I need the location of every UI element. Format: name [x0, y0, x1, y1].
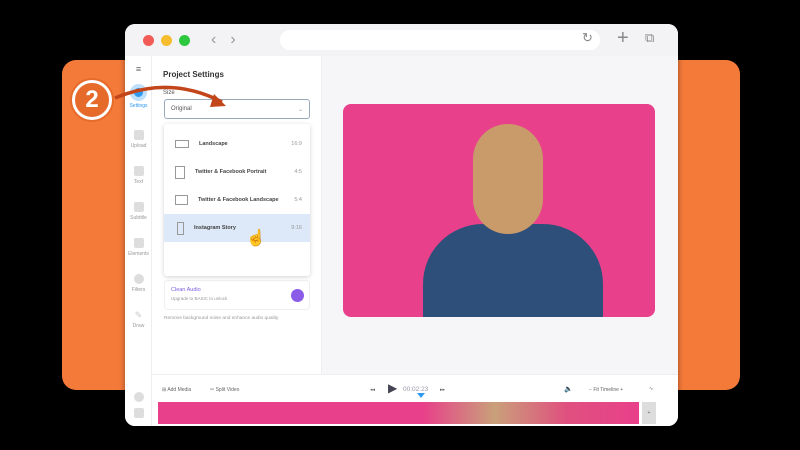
add-media-label: Add Media [167, 387, 192, 393]
hand-cursor-icon: ☝ [246, 230, 266, 247]
option-label: Instagram Story [194, 225, 236, 231]
sidebar-item-label: Draw [132, 323, 145, 329]
split-video-button[interactable]: ✂ Split Video [210, 387, 239, 393]
preview-figure [423, 224, 603, 317]
back-icon[interactable]: ‹ [211, 31, 216, 49]
sidebar-item-filters[interactable]: Filters [125, 274, 152, 293]
option-instagram-story[interactable]: Instagram Story 9:16 [164, 214, 310, 242]
keyboard-icon[interactable] [125, 408, 152, 421]
option-portrait[interactable]: Twitter & Facebook Portrait 4:5 [164, 158, 310, 186]
option-label: Twitter & Facebook Landscape [198, 197, 279, 203]
chevron-down-icon: ⌄ [297, 107, 303, 113]
help-icon[interactable] [125, 392, 152, 405]
step-badge: 2 [72, 80, 112, 120]
fit-timeline-control[interactable]: − Fit Timeline + [589, 387, 623, 393]
sidebar-item-subtitle[interactable]: Subtitle [125, 202, 152, 221]
elements-icon [133, 238, 144, 248]
add-media-button[interactable]: ⊞ Add Media [162, 387, 191, 393]
minimize-button[interactable] [161, 34, 172, 46]
clean-audio-subtitle: Upgrade to BASIC to unlock [171, 296, 228, 301]
sidebar-item-label: Subtitle [130, 215, 147, 221]
preview-figure-head [473, 124, 543, 234]
story-icon [177, 221, 184, 235]
video-track[interactable] [158, 402, 639, 424]
sidebar-item-upload[interactable]: Upload [125, 130, 152, 149]
clean-audio-description: Remove background noise and enhance audi… [164, 316, 279, 321]
menu-icon[interactable]: ≡ [125, 64, 152, 74]
option-label: Landscape [199, 141, 228, 147]
waveform-icon[interactable]: ∿ [649, 386, 653, 392]
rewind-icon[interactable]: ◂◂ [370, 387, 375, 393]
option-landscape[interactable]: Landscape 16:9 [164, 130, 310, 158]
option-ratio: 16:9 [291, 141, 302, 147]
address-bar[interactable] [280, 30, 600, 50]
filters-icon [133, 274, 144, 284]
sidebar-item-draw[interactable]: ✎ Draw [125, 310, 152, 329]
forward-skip-icon[interactable]: ▸▸ [440, 387, 445, 393]
sidebar-item-label: Text [133, 179, 144, 185]
add-track-button[interactable]: + [642, 402, 656, 424]
sidebar-item-text[interactable]: Text [125, 166, 152, 185]
clean-audio-title: Clean Audio [171, 287, 201, 293]
landscape-icon [175, 195, 188, 205]
timeline: ⊞ Add Media ✂ Split Video ◂◂ ▶ 00:02:23 … [152, 374, 678, 426]
portrait-icon [175, 165, 185, 179]
volume-icon[interactable]: 🔈 [564, 385, 573, 393]
panel-title: Project Settings [163, 70, 224, 79]
draw-icon: ✎ [134, 310, 143, 320]
landscape-icon [175, 140, 189, 148]
sidebar-item-elements[interactable]: Elements [125, 238, 152, 257]
forward-icon[interactable]: › [230, 31, 235, 49]
sidebar-item-label: Filters [131, 287, 146, 293]
reload-icon[interactable]: ↻ [582, 30, 593, 46]
video-preview[interactable] [343, 104, 655, 317]
preview-area [322, 56, 678, 374]
split-video-label: Split Video [215, 387, 240, 393]
close-button[interactable] [143, 34, 154, 46]
tabs-icon[interactable]: ⧉ [645, 30, 654, 46]
playhead[interactable] [417, 393, 425, 398]
size-dropdown: Landscape 16:9 Twitter & Facebook Portrai… [164, 124, 310, 276]
new-tab-icon[interactable]: + [617, 27, 629, 50]
upload-icon [133, 130, 144, 140]
clean-audio-card[interactable]: Clean Audio Upgrade to BASIC to unlock [164, 280, 310, 310]
upgrade-icon[interactable] [291, 289, 304, 302]
arrow-annotation [114, 85, 226, 107]
fit-timeline-label: Fit Timeline [593, 387, 619, 393]
option-ratio: 4:5 [294, 169, 302, 175]
maximize-button[interactable] [179, 34, 190, 46]
sidebar-item-label: Elements [128, 251, 149, 257]
sidebar-item-label: Upload [130, 143, 147, 149]
text-icon [133, 166, 144, 176]
option-label: Twitter & Facebook Portrait [195, 169, 267, 175]
option-ratio: 9:16 [291, 225, 302, 231]
play-icon[interactable]: ▶ [388, 381, 397, 395]
time-display: 00:02:23 [403, 386, 429, 393]
title-bar: ‹ › ↻ + ⧉ [125, 24, 678, 56]
subtitle-icon [133, 202, 144, 212]
option-fb-landscape[interactable]: Twitter & Facebook Landscape 5:4 [164, 186, 310, 214]
option-ratio: 5:4 [294, 197, 302, 203]
